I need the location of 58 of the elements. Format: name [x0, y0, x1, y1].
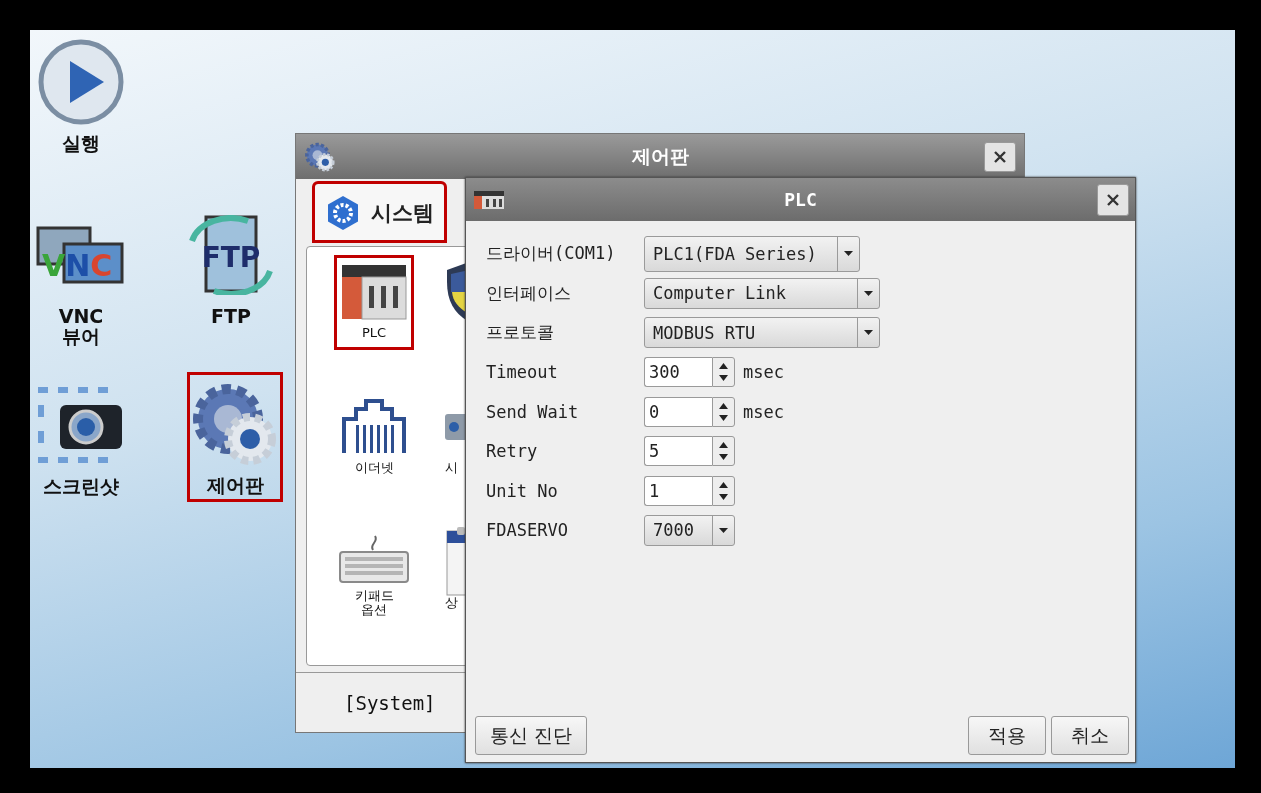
apply-button[interactable]: 적용	[968, 716, 1046, 755]
keyboard-icon	[339, 533, 409, 584]
spin-button[interactable]	[712, 436, 735, 467]
dropdown[interactable]: 7000	[644, 514, 735, 546]
gear-icon	[325, 194, 361, 231]
panel-item[interactable]: 상	[442, 525, 467, 620]
spin-arrows-icon	[719, 402, 728, 421]
field-label: Unit No	[486, 480, 559, 501]
panel-item[interactable]: 키패드 옵션	[334, 525, 414, 620]
field-label: 프로토콜	[486, 321, 555, 345]
plc-module-icon	[474, 190, 504, 209]
spin-arrows-icon	[719, 481, 728, 500]
window-title: 제어판	[630, 143, 690, 169]
caret-icon	[719, 527, 728, 533]
caret-icon	[844, 251, 853, 257]
tab[interactable]: 시스템	[314, 183, 445, 241]
close-button[interactable]	[984, 141, 1016, 172]
field-label: 인터페이스	[486, 281, 572, 305]
icon-label: FTP	[211, 306, 251, 326]
window-title: PLC	[783, 189, 818, 210]
panel-item[interactable]: PLC	[334, 255, 414, 350]
icon-label: 제어판	[206, 475, 264, 495]
field-label: 드라이버(COM1)	[486, 242, 617, 266]
caret-icon	[864, 290, 873, 296]
close-icon	[994, 150, 1006, 163]
spin-button[interactable]	[712, 396, 735, 427]
gears-icon	[304, 140, 336, 173]
number-field[interactable]: 5	[644, 436, 712, 467]
device-icon	[445, 412, 467, 442]
unit-label: msec	[743, 401, 784, 422]
cancel-button[interactable]: 취소	[1051, 716, 1129, 755]
close-button[interactable]	[1097, 183, 1129, 216]
dropdown[interactable]: PLC1(FDA Series)	[644, 235, 860, 272]
number-field[interactable]: 0	[644, 396, 712, 427]
number-field[interactable]: 300	[644, 357, 712, 388]
dropdown[interactable]: Computer Link	[644, 277, 880, 309]
number-field[interactable]: 1	[644, 475, 712, 506]
field-label: Retry	[486, 441, 539, 462]
field-label: Send Wait	[486, 401, 580, 422]
plc-rack-icon	[341, 264, 407, 320]
ethernet-port-icon	[340, 399, 408, 455]
caret-icon	[864, 330, 873, 336]
icon-label: 스크린샷	[43, 476, 119, 496]
close-icon	[1107, 193, 1119, 206]
icon-label: VNC 뷰어	[58, 306, 104, 346]
dropdown[interactable]: MODBUS RTU	[644, 317, 880, 349]
panel-item[interactable]: 이더넷	[334, 390, 414, 485]
status-text: [System]	[344, 691, 436, 714]
field-label: Timeout	[486, 362, 559, 383]
play-icon	[38, 39, 124, 125]
field-label: FDASERVO	[486, 520, 569, 541]
spin-button[interactable]	[712, 475, 735, 506]
spin-arrows-icon	[719, 363, 728, 382]
spin-arrows-icon	[719, 442, 728, 461]
icon-label: 실행	[62, 133, 100, 153]
diagnose-button[interactable]: 통신 진단	[475, 716, 588, 755]
unit-label: msec	[743, 362, 784, 383]
spin-button[interactable]	[712, 357, 735, 388]
